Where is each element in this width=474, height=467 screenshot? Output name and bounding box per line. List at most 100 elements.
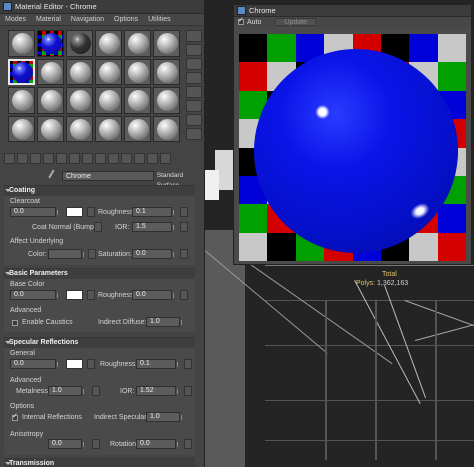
sample-slot[interactable]: [124, 58, 151, 85]
go-forward-sibling-icon[interactable]: [147, 153, 158, 164]
make-unique-icon[interactable]: [69, 153, 80, 164]
backlight-icon[interactable]: [186, 44, 202, 56]
material-preview-render[interactable]: [239, 34, 466, 261]
material-name-field[interactable]: Chrome: [62, 171, 154, 181]
sample-slot[interactable]: [66, 58, 93, 85]
specular-weight-spinner[interactable]: 0.0: [10, 359, 58, 369]
transmission-header[interactable]: Transmission: [4, 459, 195, 467]
menu-navigation[interactable]: Navigation: [71, 16, 104, 23]
sample-slot[interactable]: [95, 87, 122, 114]
sample-slot[interactable]: [66, 87, 93, 114]
get-material-icon[interactable]: [4, 153, 15, 164]
indirect-diffuse-spinner[interactable]: 1.0: [146, 317, 182, 327]
video-check-icon[interactable]: [186, 86, 202, 98]
base-color-swatch[interactable]: [66, 290, 83, 300]
sample-slot[interactable]: [8, 30, 35, 57]
metalness-spinner[interactable]: 1.0: [48, 386, 84, 396]
sample-slot-active[interactable]: [8, 58, 35, 85]
internal-reflections-checkbox[interactable]: [12, 412, 18, 421]
show-shaded-icon[interactable]: [108, 153, 119, 164]
sample-slot[interactable]: [124, 87, 151, 114]
sample-slot[interactable]: [37, 87, 64, 114]
sample-slot[interactable]: [124, 115, 151, 142]
anisotropy-map-button[interactable]: [92, 439, 100, 449]
basic-parameters-header[interactable]: Basic Parameters: [4, 269, 195, 279]
specular-roughness-spinner[interactable]: 0.1: [136, 359, 178, 369]
indirect-specular-spinner[interactable]: 1.0: [146, 412, 182, 422]
put-to-scene-icon[interactable]: [17, 153, 28, 164]
coat-ior-spinner[interactable]: 1.5: [132, 222, 174, 232]
specular-ior-map-button[interactable]: [184, 386, 192, 396]
saturation-spinner[interactable]: 0.0: [132, 249, 174, 259]
clearcoat-spinner[interactable]: 0.0: [10, 207, 58, 217]
coat-ior-map-button[interactable]: [180, 222, 188, 232]
sample-slot[interactable]: [153, 58, 180, 85]
sample-slot[interactable]: [37, 115, 64, 142]
select-by-material-icon[interactable]: [186, 128, 202, 140]
menu-utilities[interactable]: Utilities: [148, 16, 171, 23]
specular-color-swatch[interactable]: [66, 359, 83, 369]
pick-from-object-icon[interactable]: [160, 153, 171, 164]
coat-color-swatch[interactable]: [66, 207, 83, 217]
material-id-icon[interactable]: [95, 153, 106, 164]
make-preview-icon[interactable]: [186, 100, 202, 112]
menu-material[interactable]: Material: [36, 16, 61, 23]
go-to-parent-icon[interactable]: [134, 153, 145, 164]
saturation-map-button[interactable]: [180, 249, 188, 259]
base-weight-spinner[interactable]: 0.0: [10, 290, 58, 300]
sample-slot[interactable]: [8, 115, 35, 142]
sample-slot[interactable]: [37, 58, 64, 85]
coat-roughness-map-button[interactable]: [180, 207, 188, 217]
rotation-spinner[interactable]: 0.0: [136, 439, 178, 449]
put-to-library-icon[interactable]: [82, 153, 93, 164]
rotation-map-button[interactable]: [184, 439, 192, 449]
update-button[interactable]: Update: [275, 18, 316, 26]
sample-slot[interactable]: [66, 115, 93, 142]
show-end-result-icon[interactable]: [121, 153, 132, 164]
affect-color-spinner[interactable]: [48, 249, 84, 259]
auto-checkbox[interactable]: [238, 16, 244, 25]
background-icon[interactable]: [186, 58, 202, 70]
metalness-map-button[interactable]: [92, 386, 100, 396]
sample-slot[interactable]: [153, 87, 180, 114]
specular-reflections-header[interactable]: Specular Reflections: [4, 338, 195, 348]
sample-slot[interactable]: [153, 30, 180, 57]
specular-ior-spinner[interactable]: 1.52: [136, 386, 178, 396]
base-roughness-map-button[interactable]: [180, 290, 188, 300]
menu-options[interactable]: Options: [114, 16, 138, 23]
sample-type-icon[interactable]: [186, 30, 202, 42]
coat-normal-map-button[interactable]: [94, 222, 102, 232]
coating-header[interactable]: Coating: [4, 186, 195, 196]
base-color-map-button[interactable]: [87, 290, 95, 300]
sample-slot[interactable]: [95, 115, 122, 142]
render-window-titlebar[interactable]: Chrome: [234, 5, 471, 17]
sample-sphere-icon: [12, 33, 33, 54]
specular-color-map-button[interactable]: [87, 359, 95, 369]
reset-map-icon[interactable]: [43, 153, 54, 164]
uv-tiling-icon[interactable]: [186, 72, 202, 84]
specular-roughness-map-button[interactable]: [184, 359, 192, 369]
base-roughness-spinner[interactable]: 0.0: [132, 290, 174, 300]
sample-slot[interactable]: [66, 30, 93, 57]
auto-toggle[interactable]: Auto: [238, 16, 261, 26]
sample-sphere-icon: [12, 90, 33, 111]
anisotropy-spinner[interactable]: 0.0: [48, 439, 84, 449]
assign-to-selection-icon[interactable]: [30, 153, 41, 164]
options-icon[interactable]: [186, 114, 202, 126]
affect-color-map-button[interactable]: [88, 249, 96, 259]
checker-cell: [239, 62, 268, 91]
copy-material-icon[interactable]: [56, 153, 67, 164]
material-editor-titlebar[interactable]: Material Editor - Chrome: [0, 0, 204, 14]
menu-modes[interactable]: Modes: [5, 16, 26, 23]
coat-color-map-button[interactable]: [87, 207, 95, 217]
material-type-button[interactable]: Standard Surface: [157, 171, 204, 189]
enable-caustics-checkbox[interactable]: [12, 320, 18, 326]
sample-slot[interactable]: [124, 30, 151, 57]
sample-slot[interactable]: [153, 115, 180, 142]
sample-slot[interactable]: [95, 30, 122, 57]
sample-slot[interactable]: [37, 30, 64, 57]
sample-slot[interactable]: [95, 58, 122, 85]
eyedropper-icon[interactable]: [48, 169, 60, 182]
coat-roughness-spinner[interactable]: 0.1: [132, 207, 174, 217]
sample-slot[interactable]: [8, 87, 35, 114]
